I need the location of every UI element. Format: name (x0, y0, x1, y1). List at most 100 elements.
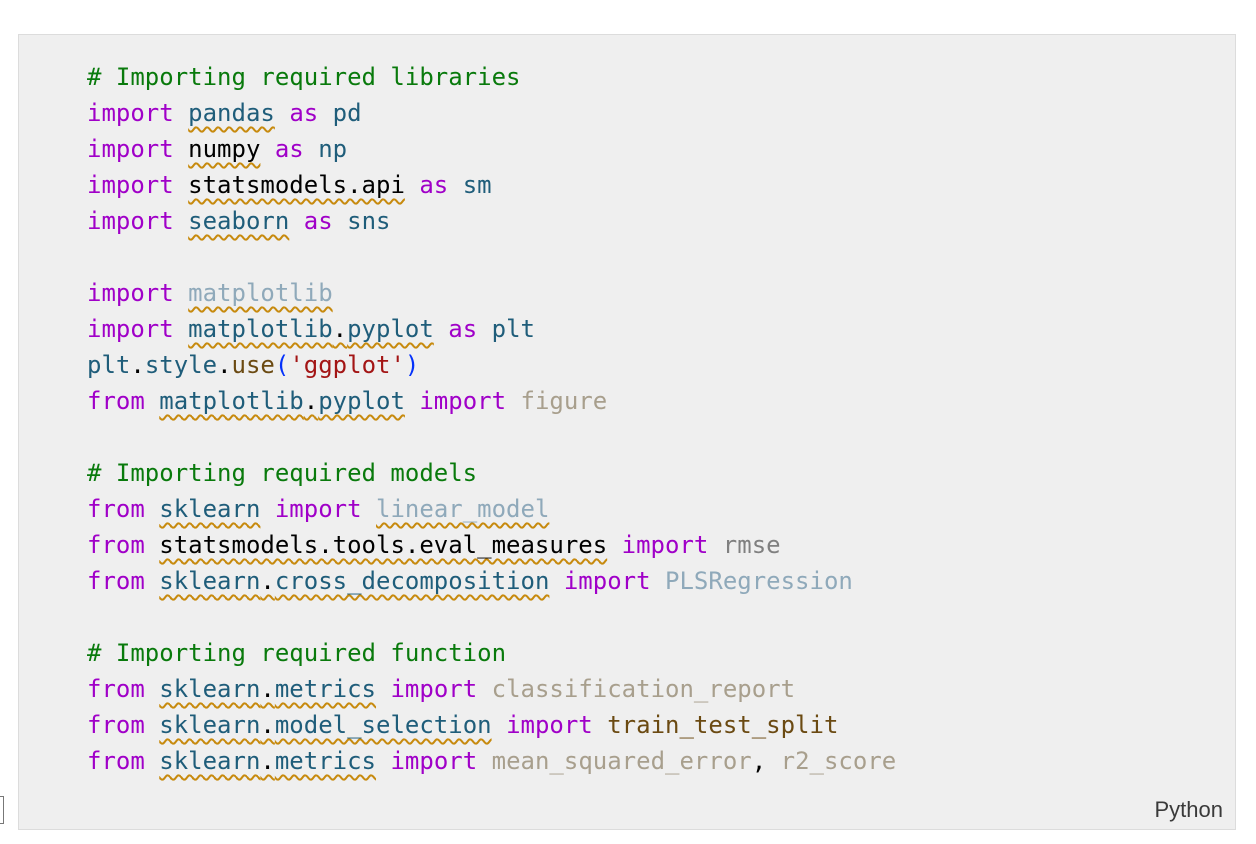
code-token: from (87, 387, 145, 415)
code-token: from (87, 675, 145, 703)
code-line[interactable] (87, 599, 896, 635)
code-line[interactable]: import pandas as pd (87, 95, 896, 131)
code-token: 'ggplot' (289, 351, 405, 379)
code-token: . (260, 711, 275, 739)
code-line[interactable]: from sklearn import linear_model (87, 491, 896, 527)
code-token: statsmodels.tools.eval_measures (159, 531, 608, 559)
code-line[interactable]: import matplotlib.pyplot as plt (87, 311, 896, 347)
code-token: matplotlib (188, 315, 333, 343)
code-line[interactable]: # Importing required libraries (87, 59, 896, 95)
code-token: import (87, 207, 174, 235)
code-token: as (289, 99, 319, 127)
code-token: r2_score (780, 747, 897, 775)
code-token: np (318, 135, 348, 163)
code-line[interactable]: # Importing required models (87, 455, 896, 491)
code-line[interactable]: import statsmodels.api as sm (87, 167, 896, 203)
code-line[interactable] (87, 419, 896, 455)
code-token: linear_model (376, 495, 550, 523)
code-line[interactable]: from sklearn.metrics import classificati… (87, 671, 896, 707)
code-token: model_selection (274, 711, 492, 739)
code-token: plt (491, 315, 535, 343)
code-line[interactable]: plt.style.use('ggplot') (87, 347, 896, 383)
code-token: from (87, 567, 145, 595)
code-token: sklearn (159, 675, 261, 703)
code-token: import (506, 711, 593, 739)
code-token: matplotlib (188, 279, 333, 307)
code-token: use (231, 351, 275, 379)
code-token: sklearn (159, 495, 261, 523)
code-token: from (87, 747, 145, 775)
code-token: from (87, 495, 145, 523)
cell-language-label[interactable]: Python (1155, 797, 1224, 823)
code-cell[interactable]: # Importing required libraries import pan… (18, 34, 1236, 830)
code-token: as (448, 315, 478, 343)
code-token: pandas (188, 99, 275, 127)
code-line[interactable]: import seaborn as sns (87, 203, 896, 239)
code-token: pyplot (318, 387, 405, 415)
code-line[interactable]: import matplotlib (87, 275, 896, 311)
code-token: import (419, 387, 507, 415)
code-line[interactable]: import numpy as np (87, 131, 896, 167)
code-token: # Importing required libraries (87, 63, 521, 91)
code-token: import (87, 135, 174, 163)
code-token: sm (462, 171, 492, 199)
code-token: # Importing required models (87, 459, 478, 487)
code-line[interactable]: from sklearn.model_selection import trai… (87, 707, 896, 743)
code-line[interactable]: from matplotlib.pyplot import figure (87, 383, 896, 419)
code-token: ) (404, 351, 420, 379)
code-token: . (332, 315, 348, 343)
code-token: sklearn (159, 711, 261, 739)
code-token: import (87, 171, 174, 199)
code-line[interactable]: # Importing required function (87, 635, 896, 671)
code-token: sns (347, 207, 391, 235)
code-token: style (144, 351, 218, 379)
code-token: mean_squared_error (491, 747, 752, 775)
code-token: metrics (274, 747, 377, 775)
code-token: from (87, 711, 145, 739)
code-token: as (419, 171, 449, 199)
cell-execution-bracket[interactable] (0, 796, 4, 824)
code-token: classification_report (491, 675, 796, 703)
code-line[interactable] (87, 239, 896, 275)
code-token: rmse (722, 531, 781, 559)
code-token: matplotlib (159, 387, 304, 415)
code-token: import (87, 99, 174, 127)
code-line[interactable]: from sklearn.cross_decomposition import … (87, 563, 896, 599)
code-token: ( (274, 351, 290, 379)
code-line[interactable]: from sklearn.metrics import mean_squared… (87, 743, 896, 779)
code-token: as (274, 135, 304, 163)
code-editor[interactable]: # Importing required libraries import pan… (87, 59, 896, 779)
code-token: . (130, 351, 145, 379)
code-token: . (303, 387, 319, 415)
code-token: train_test_split (607, 711, 839, 739)
code-line[interactable]: from statsmodels.tools.eval_measures imp… (87, 527, 896, 563)
